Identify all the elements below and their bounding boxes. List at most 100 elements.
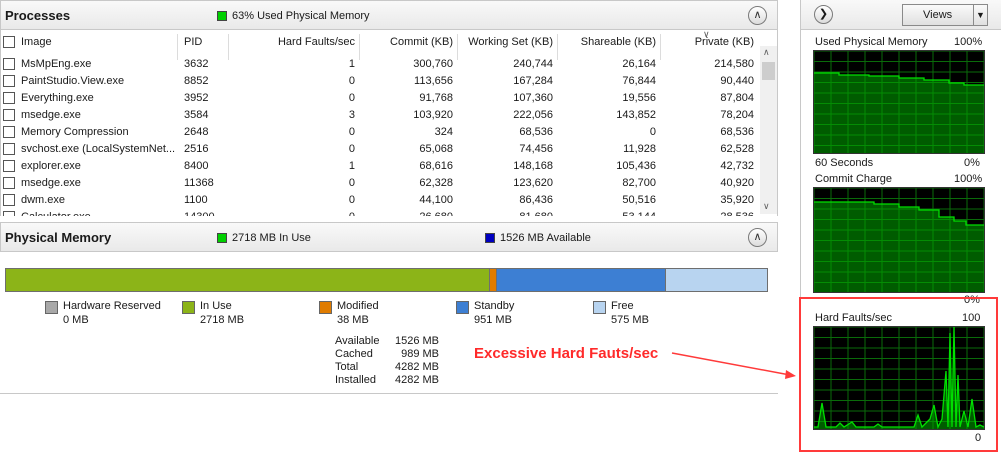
legend-value: 0 MB — [63, 314, 89, 326]
table-cell: 240,744 — [513, 58, 553, 70]
annotation-label: Excessive Hard Fauts/sec — [474, 345, 659, 362]
memory-usage-bar — [5, 268, 768, 292]
dropdown-arrow-icon[interactable]: ▼ — [973, 5, 987, 25]
summary-label: Available — [335, 335, 380, 347]
row-checkbox[interactable] — [3, 177, 15, 189]
col-commit-header[interactable]: Commit (KB) — [363, 36, 453, 48]
table-cell: Everything.exe — [21, 92, 94, 104]
table-row[interactable]: explorer.exe 8400 1 68,616 148,168 105,436 42,… — [1, 158, 759, 175]
table-cell: Calculator.exe — [21, 211, 176, 216]
table-row[interactable]: Calculator.exe 14300 0 26,680 81,680 53,144 28… — [1, 209, 759, 216]
table-cell: 0 — [649, 126, 656, 138]
table-cell: 11,928 — [623, 143, 656, 155]
legend-value: 2718 MB — [200, 314, 245, 326]
col-hard-faults-header[interactable]: Hard Faults/sec — [233, 36, 355, 48]
graph-toolbar: ❯ Views ▼ — [801, 0, 1001, 30]
used-memory-stat: 63% Used Physical Memory — [217, 10, 370, 22]
table-row[interactable]: Memory Compression 2648 0 324 68,536 0 68,536 — [1, 124, 759, 141]
legend-swatch-icon — [45, 301, 58, 314]
expand-button[interactable]: ❯ — [814, 5, 833, 24]
scroll-down-icon[interactable]: ∨ — [763, 201, 770, 212]
summary-value: 1526 MB — [394, 335, 439, 347]
graph-max-label: 100% — [954, 173, 983, 185]
table-cell: 74,456 — [519, 143, 553, 155]
summary-row: Cached 989 MB — [335, 348, 445, 360]
views-label: Views — [923, 9, 953, 21]
table-cell: 68,536 — [519, 126, 553, 138]
table-row[interactable]: svchost.exe (LocalSystemNet... 2516 0 65,06… — [1, 141, 759, 158]
table-cell: msedge.exe — [21, 109, 81, 121]
summary-row: Total 4282 MB — [335, 361, 445, 373]
physical-memory-header[interactable]: Physical Memory 2718 MB In Use 1526 MB A… — [0, 222, 778, 252]
table-cell: 68,616 — [419, 160, 453, 172]
scroll-up-icon[interactable]: ∧ — [763, 47, 770, 58]
graph-min-label: 0% — [964, 157, 980, 169]
table-cell: 143,852 — [616, 109, 656, 121]
available-stat: 1526 MB Available — [485, 232, 591, 244]
row-checkbox[interactable] — [3, 211, 15, 216]
row-checkbox[interactable] — [3, 194, 15, 206]
legend-value: 951 MB — [474, 314, 512, 326]
table-cell: 167,284 — [513, 75, 553, 87]
table-cell: 91,768 — [419, 92, 453, 104]
table-row[interactable]: msedge.exe 3584 3 103,920 222,056 143,852 78,2… — [1, 107, 759, 124]
select-all-checkbox[interactable] — [3, 36, 15, 48]
table-cell: 44,100 — [419, 194, 453, 206]
legend-swatch-icon — [319, 301, 332, 314]
table-row[interactable]: dwm.exe 1100 0 44,100 86,436 50,516 35,920 — [1, 192, 759, 209]
highlight-box — [799, 297, 998, 452]
table-cell: 1 — [348, 160, 355, 172]
row-checkbox[interactable] — [3, 92, 15, 104]
legend-label: Hardware Reserved — [63, 300, 161, 312]
divider — [0, 393, 778, 394]
row-checkbox[interactable] — [3, 143, 15, 155]
table-cell: 3584 — [184, 109, 209, 121]
legend-value: 38 MB — [337, 314, 369, 326]
table-cell: explorer.exe — [21, 160, 81, 172]
row-checkbox[interactable] — [3, 58, 15, 70]
summary-row: Installed 4282 MB — [335, 374, 445, 386]
available-text: 1526 MB Available — [500, 232, 591, 244]
summary-row: Available 1526 MB — [335, 335, 445, 347]
scroll-thumb[interactable] — [762, 62, 775, 80]
table-cell: 0 — [348, 177, 355, 189]
summary-value: 4282 MB — [394, 361, 439, 373]
col-working-set-header[interactable]: Working Set (KB) — [461, 36, 553, 48]
legend-label: Standby — [474, 300, 515, 312]
table-row[interactable]: PaintStudio.View.exe 8852 0 113,656 167,284 7… — [1, 73, 759, 90]
table-cell: 107,360 — [513, 92, 553, 104]
chevron-right-icon: ❯ — [818, 8, 829, 20]
table-row[interactable]: Everything.exe 3952 0 91,768 107,360 19,556 87… — [1, 90, 759, 107]
col-pid-header[interactable]: PID — [184, 36, 224, 48]
graph-max-label: 100% — [954, 36, 983, 48]
table-cell: 11368 — [184, 177, 214, 189]
row-checkbox[interactable] — [3, 126, 15, 138]
table-row[interactable]: msedge.exe 11368 0 62,328 123,620 82,700 40,92… — [1, 175, 759, 192]
physical-memory-collapse-button[interactable]: ∧ — [748, 228, 767, 247]
processes-header[interactable]: Processes 63% Used Physical Memory ∧ — [0, 0, 778, 30]
row-checkbox[interactable] — [3, 75, 15, 87]
left-panel: Processes 63% Used Physical Memory ∧ Ima… — [0, 0, 778, 452]
table-cell: 3952 — [184, 92, 209, 104]
views-button[interactable]: Views ▼ — [902, 4, 988, 26]
table-cell: 87,804 — [720, 92, 754, 104]
col-image-header[interactable]: Image — [21, 36, 171, 48]
processes-collapse-button[interactable]: ∧ — [748, 6, 767, 25]
chevron-up-icon: ∧ — [753, 231, 762, 243]
sort-descending-icon: ∨ — [703, 30, 710, 39]
table-cell: 1100 — [184, 194, 208, 206]
table-header-row: Image PID Hard Faults/sec Commit (KB) Wo… — [1, 30, 759, 60]
table-row[interactable]: MsMpEng.exe 3632 1 300,760 240,744 26,164 214,… — [1, 56, 759, 73]
memory-bar-segment — [489, 269, 496, 291]
table-cell: 324 — [434, 126, 453, 138]
table-cell: 35,920 — [720, 194, 754, 206]
row-checkbox[interactable] — [3, 160, 15, 172]
table-cell: 8852 — [184, 75, 209, 87]
table-cell: 50,516 — [622, 194, 656, 206]
vertical-scrollbar[interactable]: ∧ ∨ — [760, 46, 777, 214]
col-shareable-header[interactable]: Shareable (KB) — [561, 36, 656, 48]
table-cell: 86,436 — [519, 194, 553, 206]
table-cell: 300,760 — [413, 58, 453, 70]
legend-label: Modified — [337, 300, 379, 312]
row-checkbox[interactable] — [3, 109, 15, 121]
